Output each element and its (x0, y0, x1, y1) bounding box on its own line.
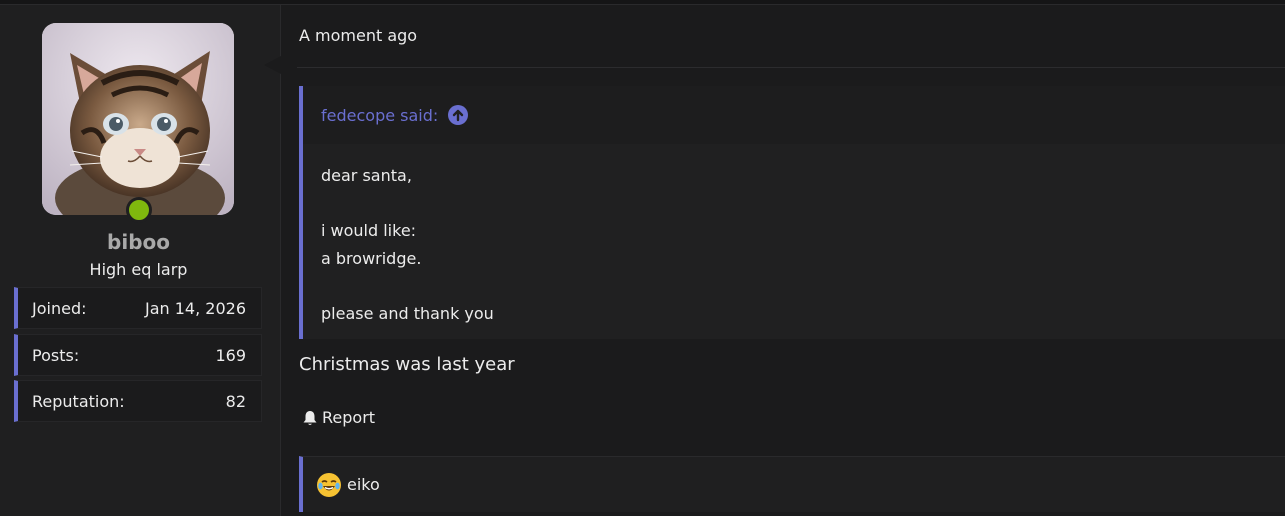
reactions-bar[interactable]: eiko (299, 456, 1285, 512)
reaction-user[interactable]: eiko (347, 475, 380, 494)
post-speech-arrow (264, 56, 281, 74)
post-timestamp[interactable]: A moment ago (299, 26, 417, 45)
quote-line: dear santa, (321, 166, 412, 185)
username[interactable]: biboo (0, 230, 277, 254)
bell-icon (303, 410, 317, 425)
arrow-up-circle-icon[interactable] (448, 105, 469, 125)
stat-reputation: Reputation: 82 (14, 380, 262, 422)
kitten-avatar-image (42, 23, 234, 215)
stat-label: Joined: (32, 298, 87, 318)
stat-label: Posts: (32, 345, 80, 365)
quote-line: a browridge. (321, 248, 422, 268)
stat-posts: Posts: 169 (14, 334, 262, 376)
quote-line: i would like: (321, 221, 417, 240)
stat-value: 82 (225, 391, 246, 411)
report-label: Report (322, 408, 376, 427)
crying-laughing-emoji-icon (317, 472, 341, 497)
stat-label: Reputation: (32, 391, 125, 411)
quote-header: fedecope said: (303, 86, 1285, 144)
user-avatar[interactable] (42, 23, 234, 215)
stat-joined: Joined: Jan 14, 2026 (14, 287, 262, 329)
quote-block: fedecope said: dear santa, i would like:… (299, 86, 1285, 339)
user-card: biboo High eq larp Joined: Jan 14, 2026 … (0, 5, 281, 516)
online-status-dot (126, 197, 152, 223)
post-header-divider (297, 67, 1285, 68)
stat-value: 169 (215, 345, 246, 365)
quote-line: please and thank you (321, 303, 494, 323)
quote-author[interactable]: fedecope said: (321, 106, 438, 125)
stat-value: Jan 14, 2026 (145, 298, 246, 318)
quote-body: dear santa, i would like: a browridge. p… (303, 144, 1285, 327)
post-message: Christmas was last year (299, 354, 515, 375)
user-title: High eq larp (89, 260, 188, 279)
report-button[interactable]: Report (301, 408, 375, 427)
